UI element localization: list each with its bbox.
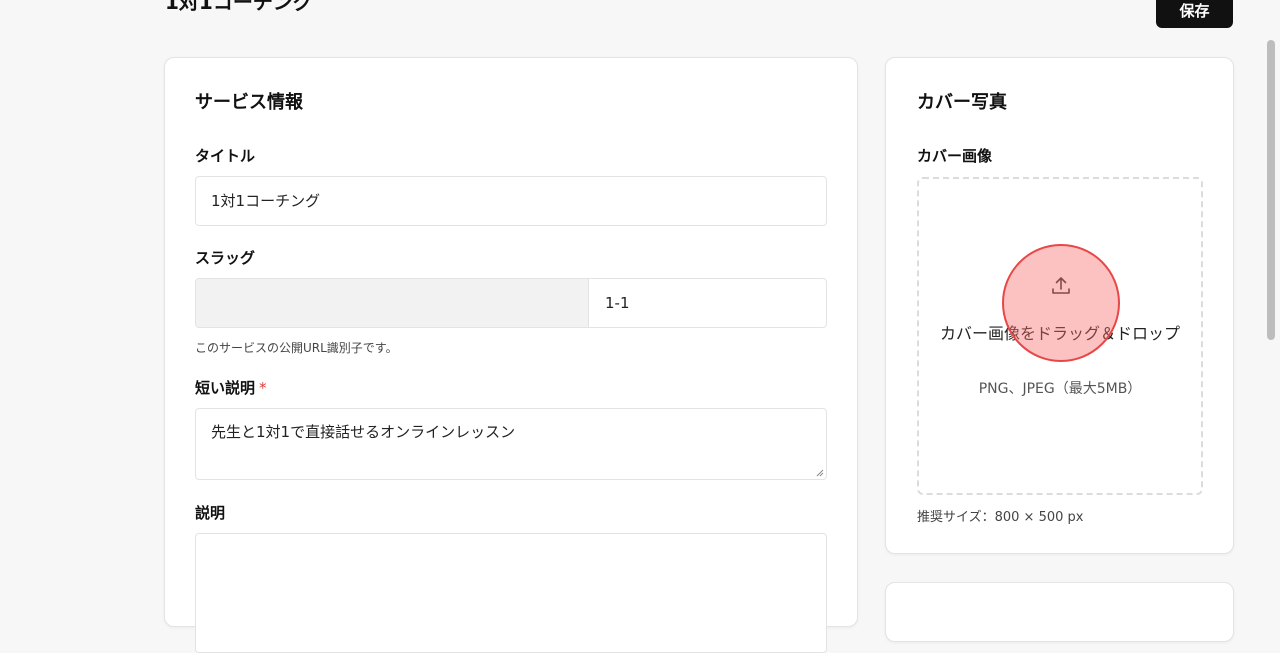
- slug-input[interactable]: 1-1: [589, 279, 826, 327]
- cursor-highlight: [1002, 244, 1120, 362]
- short-description-textarea[interactable]: 先生と1対1で直接話せるオンラインレッスン: [195, 408, 827, 480]
- short-description-value: 先生と1対1で直接話せるオンラインレッスン: [211, 423, 516, 441]
- cover-photo-heading: カバー写真: [917, 92, 1007, 113]
- service-info-heading: サービス情報: [195, 92, 303, 113]
- save-button[interactable]: 保存: [1156, 0, 1233, 28]
- dropzone-formats: PNG、JPEG（最大5MB）: [978, 381, 1142, 397]
- short-description-label-text: 短い説明: [195, 379, 256, 397]
- slug-label: スラッグ: [195, 249, 256, 267]
- slug-field: 1-1: [195, 278, 827, 328]
- slug-help-text: このサービスの公開URL識別子です。: [195, 341, 398, 355]
- recommended-size-text: 推奨サイズ：800 × 500 px: [917, 510, 1084, 525]
- slug-prefix: [196, 279, 589, 327]
- next-card: [885, 582, 1234, 642]
- title-label: タイトル: [195, 147, 256, 165]
- cover-image-label: カバー画像: [917, 147, 993, 165]
- scrollbar-thumb[interactable]: [1267, 40, 1275, 340]
- resize-grip-icon[interactable]: [815, 468, 824, 477]
- short-description-label: 短い説明 *: [195, 378, 267, 398]
- title-input[interactable]: 1対1コーチング: [195, 176, 827, 226]
- description-textarea[interactable]: [195, 533, 827, 653]
- service-info-card: サービス情報 タイトル 1対1コーチング スラッグ 1-1 このサービスの公開U…: [164, 57, 858, 653]
- page-title: 1対1コーチング: [165, 0, 313, 14]
- required-marker: *: [259, 379, 267, 397]
- description-label: 説明: [195, 504, 226, 522]
